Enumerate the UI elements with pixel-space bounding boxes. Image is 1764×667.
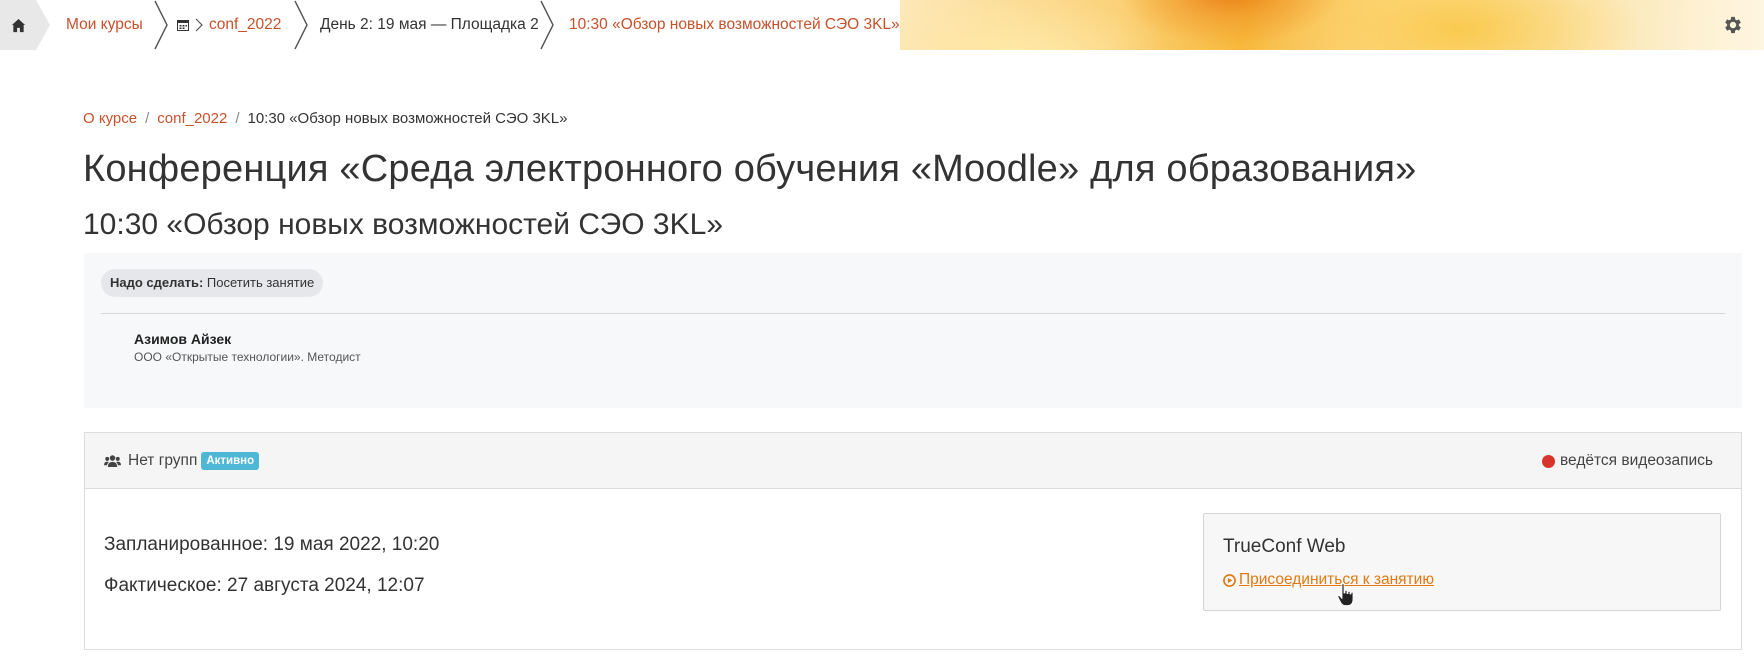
actual-time: Фактическое: 27 августа 2024, 12:07	[104, 575, 425, 596]
provider-title: TrueConf Web	[1223, 536, 1346, 557]
speaker-name: Азимов Айзек	[134, 331, 232, 347]
groups-label: Нет групп	[128, 452, 198, 469]
chevron-right-icon	[154, 0, 168, 50]
breadcrumb: О курсе / conf_2022 / 10:30 «Обзор новых воз…	[83, 110, 568, 127]
breadcrumb-item-current: 10:30 «Обзор новых возможностей СЭО 3KL»	[247, 110, 568, 127]
record-dot-icon	[1542, 454, 1555, 468]
breadcrumb-item-about[interactable]: О курсе	[83, 110, 137, 127]
hand-cursor-icon	[1337, 583, 1354, 606]
gear-icon[interactable]	[1722, 14, 1744, 36]
activity-info-card: Надо сделать: Посетить занятие Азимов Ай…	[84, 253, 1742, 408]
recording-label: ведётся видеозапись	[1560, 452, 1713, 469]
meeting-card-header: Нет групп Активно ведётся видеозапись	[85, 433, 1741, 489]
recording-indicator: ведётся видеозапись	[1542, 452, 1713, 470]
home-icon	[11, 18, 26, 32]
divider	[101, 313, 1725, 314]
todo-label: Надо сделать:	[110, 275, 204, 290]
scheduled-time: Запланированное: 19 мая 2022, 10:20	[104, 534, 440, 555]
chevron-right-icon	[540, 0, 554, 50]
users-icon	[104, 455, 121, 467]
navbar-crumb-section[interactable]: День 2: 19 мая — Площадка 2	[320, 0, 539, 50]
groups-indicator: Нет групп Активно	[104, 452, 260, 470]
todo-badge: Надо сделать: Посетить занятие	[101, 269, 324, 297]
breadcrumb-separator: /	[235, 110, 240, 127]
header-decoration	[900, 0, 1764, 50]
chevron-small-icon	[195, 18, 203, 32]
speaker-role: ООО «Открытые технологии». Методист	[134, 350, 361, 364]
todo-value: Посетить занятие	[203, 275, 315, 290]
calendar-icon	[177, 20, 189, 31]
status-badge: Активно	[201, 452, 260, 470]
join-meeting-link[interactable]: Присоединиться к занятию	[1223, 571, 1434, 589]
breadcrumb-separator: /	[145, 110, 150, 127]
breadcrumb-item-course[interactable]: conf_2022	[157, 110, 227, 127]
meeting-card: Нет групп Активно ведётся видеозапись За…	[84, 432, 1742, 650]
page-title: Конференция «Среда электронного обучения…	[83, 148, 1417, 190]
chevron-right-icon	[294, 0, 308, 50]
conference-provider-box: TrueConf Web Присоединиться к занятию	[1203, 513, 1721, 611]
navbar-crumb-activity[interactable]: 10:30 «Обзор новых возможностей СЭО 3KL»	[569, 0, 900, 50]
home-button[interactable]	[0, 0, 50, 50]
navbar-crumb-my-courses[interactable]: Мои курсы	[66, 0, 143, 50]
activity-title: 10:30 «Обзор новых возможностей СЭО 3KL»	[83, 208, 723, 241]
top-navbar: Мои курсы conf_2022 День 2: 19 мая — Пло…	[0, 0, 1764, 50]
navbar-crumb-course[interactable]: conf_2022	[177, 0, 281, 50]
play-circle-icon	[1223, 573, 1236, 587]
